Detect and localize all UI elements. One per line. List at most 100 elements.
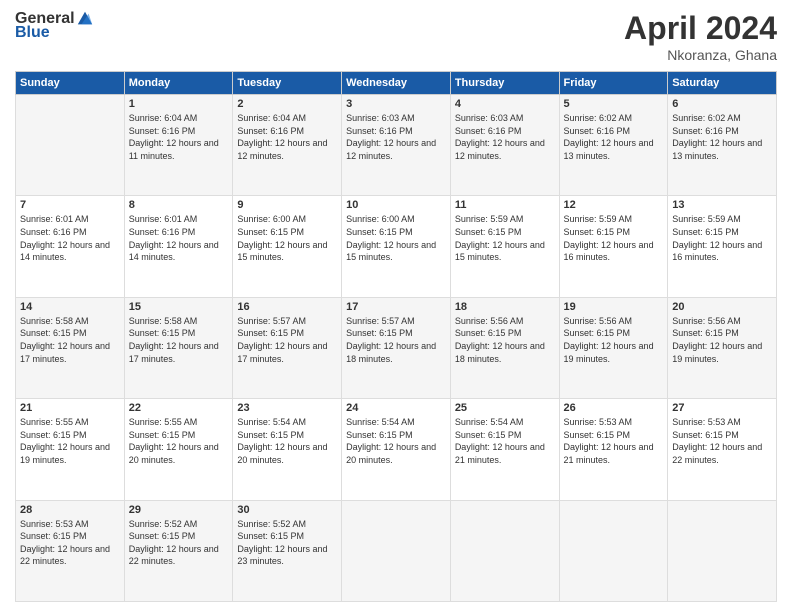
calendar-cell: 28 Sunrise: 5:53 AMSunset: 6:15 PMDayligh… bbox=[16, 500, 125, 601]
day-number: 10 bbox=[346, 199, 446, 211]
calendar-cell: 12 Sunrise: 5:59 AMSunset: 6:15 PMDayligh… bbox=[559, 196, 668, 297]
calendar-cell: 27 Sunrise: 5:53 AMSunset: 6:15 PMDayligh… bbox=[668, 399, 777, 500]
day-number: 8 bbox=[129, 199, 229, 211]
day-info: Sunrise: 5:52 AMSunset: 6:15 PMDaylight:… bbox=[237, 518, 337, 568]
day-info: Sunrise: 5:53 AMSunset: 6:15 PMDaylight:… bbox=[672, 416, 772, 466]
weekday-header-row: SundayMondayTuesdayWednesdayThursdayFrid… bbox=[16, 72, 777, 95]
calendar-cell: 23 Sunrise: 5:54 AMSunset: 6:15 PMDayligh… bbox=[233, 399, 342, 500]
calendar-cell bbox=[16, 95, 125, 196]
calendar-cell: 13 Sunrise: 5:59 AMSunset: 6:15 PMDayligh… bbox=[668, 196, 777, 297]
calendar-cell: 16Sunrise: 5:57 AMSunset: 6:15 PMDayligh… bbox=[233, 297, 342, 398]
day-info: Sunrise: 6:00 AMSunset: 6:15 PMDaylight:… bbox=[346, 213, 446, 263]
day-number: 18 bbox=[455, 301, 555, 313]
day-info: Sunrise: 5:56 AMSunset: 6:15 PMDaylight:… bbox=[672, 315, 772, 365]
calendar-cell: 2 Sunrise: 6:04 AMSunset: 6:16 PMDaylight… bbox=[233, 95, 342, 196]
calendar-cell: 20 Sunrise: 5:56 AMSunset: 6:15 PMDayligh… bbox=[668, 297, 777, 398]
day-info: Sunrise: 5:53 AMSunset: 6:15 PMDaylight:… bbox=[20, 518, 120, 568]
day-info: Sunrise: 6:04 AMSunset: 6:16 PMDaylight:… bbox=[129, 112, 229, 162]
day-number: 23 bbox=[237, 402, 337, 414]
month-title: April 2024 bbox=[624, 10, 777, 47]
calendar-cell: 30 Sunrise: 5:52 AMSunset: 6:15 PMDayligh… bbox=[233, 500, 342, 601]
day-info: Sunrise: 5:59 AMSunset: 6:15 PMDaylight:… bbox=[455, 213, 555, 263]
day-info: Sunrise: 5:58 AMSunset: 6:15 PMDaylight:… bbox=[20, 315, 120, 365]
location-title: Nkoranza, Ghana bbox=[624, 47, 777, 63]
calendar-cell: 26Sunrise: 5:53 AMSunset: 6:15 PMDayligh… bbox=[559, 399, 668, 500]
day-info: Sunrise: 5:52 AMSunset: 6:15 PMDaylight:… bbox=[129, 518, 229, 568]
calendar-cell: 5 Sunrise: 6:02 AMSunset: 6:16 PMDaylight… bbox=[559, 95, 668, 196]
day-info: Sunrise: 6:01 AMSunset: 6:16 PMDaylight:… bbox=[129, 213, 229, 263]
day-info: Sunrise: 5:56 AMSunset: 6:15 PMDaylight:… bbox=[455, 315, 555, 365]
day-info: Sunrise: 5:55 AMSunset: 6:15 PMDaylight:… bbox=[129, 416, 229, 466]
calendar-cell bbox=[559, 500, 668, 601]
weekday-header-saturday: Saturday bbox=[668, 72, 777, 95]
calendar-cell: 29 Sunrise: 5:52 AMSunset: 6:15 PMDayligh… bbox=[124, 500, 233, 601]
day-number: 26 bbox=[564, 402, 664, 414]
day-number: 2 bbox=[237, 98, 337, 110]
day-info: Sunrise: 5:54 AMSunset: 6:15 PMDaylight:… bbox=[237, 416, 337, 466]
week-row-4: 21 Sunrise: 5:55 AMSunset: 6:15 PMDayligh… bbox=[16, 399, 777, 500]
logo-icon bbox=[76, 10, 94, 28]
calendar-cell: 14Sunrise: 5:58 AMSunset: 6:15 PMDayligh… bbox=[16, 297, 125, 398]
day-number: 25 bbox=[455, 402, 555, 414]
day-number: 24 bbox=[346, 402, 446, 414]
calendar-cell: 17 Sunrise: 5:57 AMSunset: 6:15 PMDayligh… bbox=[342, 297, 451, 398]
day-number: 19 bbox=[564, 301, 664, 313]
calendar-cell: 9 Sunrise: 6:00 AMSunset: 6:15 PMDaylight… bbox=[233, 196, 342, 297]
weekday-header-friday: Friday bbox=[559, 72, 668, 95]
day-info: Sunrise: 6:03 AMSunset: 6:16 PMDaylight:… bbox=[455, 112, 555, 162]
weekday-header-wednesday: Wednesday bbox=[342, 72, 451, 95]
calendar-cell: 18 Sunrise: 5:56 AMSunset: 6:15 PMDayligh… bbox=[450, 297, 559, 398]
day-number: 21 bbox=[20, 402, 120, 414]
day-info: Sunrise: 5:57 AMSunset: 6:15 PMDaylight:… bbox=[346, 315, 446, 365]
calendar-cell: 21Sunrise: 5:55 AMSunset: 6:15 PMDayligh… bbox=[16, 399, 125, 500]
day-number: 17 bbox=[346, 301, 446, 313]
page: General Blue April 2024 Nkoranza, Ghana … bbox=[0, 0, 792, 612]
day-info: Sunrise: 5:59 AMSunset: 6:15 PMDaylight:… bbox=[672, 213, 772, 263]
week-row-3: 14Sunrise: 5:58 AMSunset: 6:15 PMDayligh… bbox=[16, 297, 777, 398]
day-number: 7 bbox=[20, 199, 120, 211]
day-number: 27 bbox=[672, 402, 772, 414]
day-info: Sunrise: 5:56 AMSunset: 6:15 PMDaylight:… bbox=[564, 315, 664, 365]
calendar-cell bbox=[668, 500, 777, 601]
weekday-header-tuesday: Tuesday bbox=[233, 72, 342, 95]
day-number: 12 bbox=[564, 199, 664, 211]
calendar-cell: 19 Sunrise: 5:56 AMSunset: 6:15 PMDayligh… bbox=[559, 297, 668, 398]
calendar-cell: 10 Sunrise: 6:00 AMSunset: 6:15 PMDayligh… bbox=[342, 196, 451, 297]
calendar-cell bbox=[342, 500, 451, 601]
day-number: 5 bbox=[564, 98, 664, 110]
calendar-cell: 4 Sunrise: 6:03 AMSunset: 6:16 PMDaylight… bbox=[450, 95, 559, 196]
week-row-2: 7 Sunrise: 6:01 AMSunset: 6:16 PMDaylight… bbox=[16, 196, 777, 297]
header: General Blue April 2024 Nkoranza, Ghana bbox=[15, 10, 777, 63]
day-info: Sunrise: 6:04 AMSunset: 6:16 PMDaylight:… bbox=[237, 112, 337, 162]
calendar-cell: 25Sunrise: 5:54 AMSunset: 6:15 PMDayligh… bbox=[450, 399, 559, 500]
day-info: Sunrise: 6:03 AMSunset: 6:16 PMDaylight:… bbox=[346, 112, 446, 162]
title-block: April 2024 Nkoranza, Ghana bbox=[624, 10, 777, 63]
day-info: Sunrise: 6:00 AMSunset: 6:15 PMDaylight:… bbox=[237, 213, 337, 263]
calendar-cell: 3 Sunrise: 6:03 AMSunset: 6:16 PMDaylight… bbox=[342, 95, 451, 196]
day-number: 20 bbox=[672, 301, 772, 313]
day-number: 4 bbox=[455, 98, 555, 110]
calendar-table: SundayMondayTuesdayWednesdayThursdayFrid… bbox=[15, 71, 777, 602]
calendar-cell: 6Sunrise: 6:02 AMSunset: 6:16 PMDaylight… bbox=[668, 95, 777, 196]
day-number: 13 bbox=[672, 199, 772, 211]
day-number: 9 bbox=[237, 199, 337, 211]
calendar-cell: 8 Sunrise: 6:01 AMSunset: 6:16 PMDaylight… bbox=[124, 196, 233, 297]
day-info: Sunrise: 5:58 AMSunset: 6:15 PMDaylight:… bbox=[129, 315, 229, 365]
day-number: 6 bbox=[672, 98, 772, 110]
day-number: 29 bbox=[129, 504, 229, 516]
week-row-5: 28 Sunrise: 5:53 AMSunset: 6:15 PMDayligh… bbox=[16, 500, 777, 601]
day-info: Sunrise: 5:59 AMSunset: 6:15 PMDaylight:… bbox=[564, 213, 664, 263]
day-info: Sunrise: 6:02 AMSunset: 6:16 PMDaylight:… bbox=[564, 112, 664, 162]
day-number: 3 bbox=[346, 98, 446, 110]
calendar-cell bbox=[450, 500, 559, 601]
day-info: Sunrise: 5:57 AMSunset: 6:15 PMDaylight:… bbox=[237, 315, 337, 365]
weekday-header-monday: Monday bbox=[124, 72, 233, 95]
logo: General Blue bbox=[15, 10, 94, 42]
day-info: Sunrise: 5:54 AMSunset: 6:15 PMDaylight:… bbox=[346, 416, 446, 466]
calendar-cell: 11Sunrise: 5:59 AMSunset: 6:15 PMDayligh… bbox=[450, 196, 559, 297]
weekday-header-sunday: Sunday bbox=[16, 72, 125, 95]
day-number: 22 bbox=[129, 402, 229, 414]
day-number: 30 bbox=[237, 504, 337, 516]
day-number: 28 bbox=[20, 504, 120, 516]
calendar-cell: 7Sunrise: 6:01 AMSunset: 6:16 PMDaylight… bbox=[16, 196, 125, 297]
